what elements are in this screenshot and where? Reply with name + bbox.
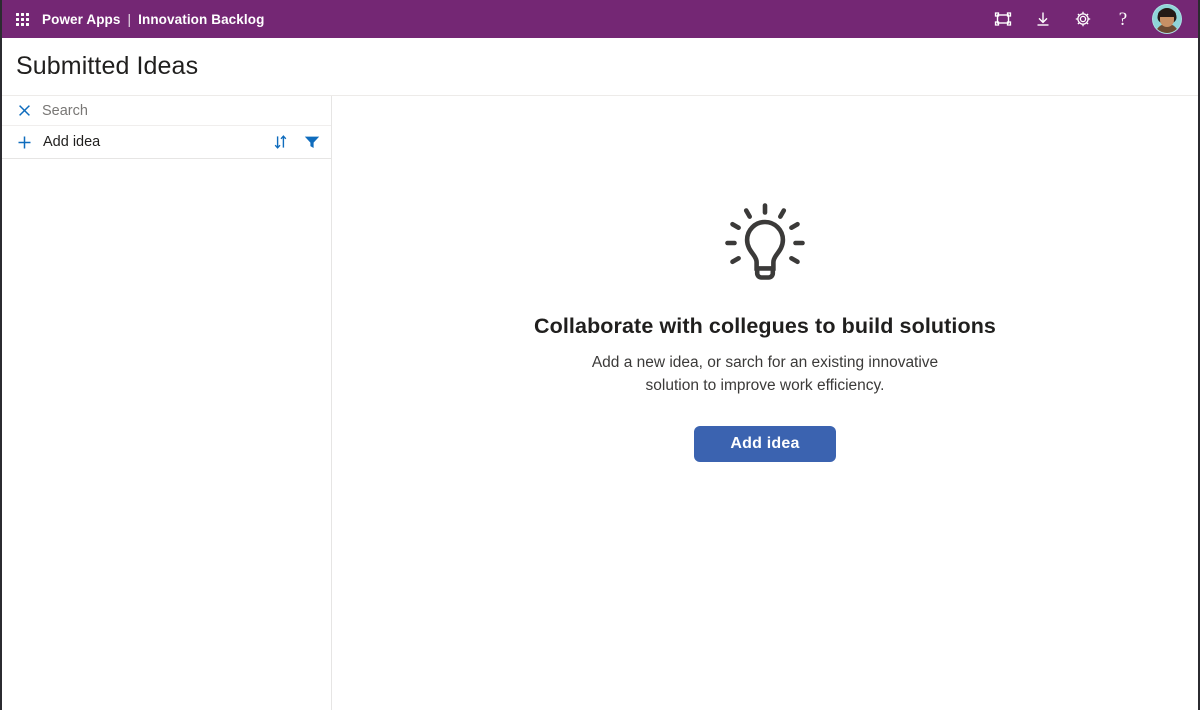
add-idea-row-label: Add idea xyxy=(43,134,101,150)
content-area: Add idea xyxy=(2,96,1198,710)
page-title: Submitted Ideas xyxy=(16,52,199,80)
download-icon[interactable] xyxy=(1032,8,1054,30)
page-header: Submitted Ideas xyxy=(2,38,1198,96)
brand[interactable]: Power Apps | Innovation Backlog xyxy=(42,12,264,27)
product-name: Power Apps xyxy=(42,11,121,27)
avatar-fringe xyxy=(1158,10,1176,17)
search-input[interactable] xyxy=(42,102,321,119)
app-launcher-waffle-icon[interactable] xyxy=(10,7,34,31)
empty-state-title: Collaborate with collegues to build solu… xyxy=(534,314,996,338)
help-icon[interactable]: ? xyxy=(1112,8,1134,30)
gear-icon[interactable] xyxy=(1072,8,1094,30)
add-idea-row[interactable]: Add idea xyxy=(2,126,331,159)
empty-state-description: Add a new idea, or sarch for an existing… xyxy=(591,354,939,394)
fit-to-screen-icon[interactable] xyxy=(992,8,1014,30)
filter-icon[interactable] xyxy=(303,134,320,151)
plus-icon[interactable] xyxy=(15,133,33,151)
avatar[interactable] xyxy=(1152,4,1182,34)
waffle-grid xyxy=(15,12,29,26)
top-command-bar: Power Apps | Innovation Backlog ? xyxy=(2,0,1198,38)
close-icon[interactable] xyxy=(16,103,32,119)
app-window: Power Apps | Innovation Backlog ? Submit… xyxy=(0,0,1200,710)
add-idea-button[interactable]: Add idea xyxy=(694,425,836,462)
sort-icon[interactable] xyxy=(272,134,289,151)
ideas-gallery-panel: Add idea xyxy=(2,96,332,710)
app-name: Innovation Backlog xyxy=(138,11,265,27)
help-glyph: ? xyxy=(1118,8,1128,30)
empty-state-panel: Collaborate with collegues to build solu… xyxy=(332,96,1198,710)
topbar-actions: ? xyxy=(992,4,1188,34)
search-row[interactable] xyxy=(2,96,331,126)
ideas-list[interactable] xyxy=(2,159,331,710)
gallery-tools xyxy=(272,134,320,151)
lightbulb-icon xyxy=(719,200,811,292)
brand-separator: | xyxy=(127,11,132,27)
